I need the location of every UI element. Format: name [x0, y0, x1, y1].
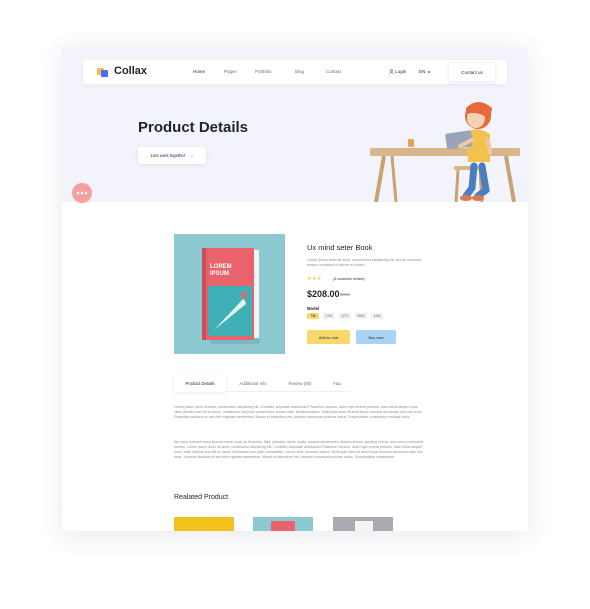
page-frame: Collax Home Pages Portfolio Blog Contact… [62, 47, 528, 531]
details-paragraph: We have covered many special events such… [174, 440, 423, 460]
buy-now-button[interactable]: Buy now [356, 330, 396, 344]
related-product-card[interactable] [174, 517, 234, 531]
user-icon [389, 69, 394, 75]
product-tabs: Product Details Additional Info Review (… [174, 375, 350, 392]
brand-name[interactable]: Collax [114, 65, 147, 77]
model-option[interactable]: 1464 [371, 313, 383, 319]
hero-section: Collax Home Pages Portfolio Blog Contact… [62, 47, 528, 203]
related-products-title: Realated Product [174, 494, 229, 501]
tab-product-details[interactable]: Product Details [174, 375, 226, 392]
product-image[interactable]: LOREM IPSUM [174, 234, 285, 354]
nav-link-contact[interactable]: Contact [326, 69, 342, 74]
model-label: Model [307, 306, 320, 311]
rating-stars: ★★★ [307, 276, 322, 282]
chevron-down-icon [427, 70, 430, 74]
tab-faq[interactable]: Faq [324, 375, 350, 392]
related-product-card[interactable] [253, 517, 313, 531]
book-illustration [202, 248, 260, 344]
nav-link-blog[interactable]: Blog [295, 69, 304, 74]
nav-link-pages[interactable]: Pages [224, 69, 237, 74]
details-paragraph: Lorem ipsum dolor sit amet, consectetur … [174, 405, 423, 420]
chat-dots-icon [76, 191, 88, 195]
login-link[interactable]: Login [389, 69, 407, 75]
arrow-right-icon: → [189, 153, 194, 158]
login-label: Login [395, 69, 407, 74]
girl-at-desk-illustration [370, 102, 520, 202]
nav-link-home[interactable]: Home [193, 69, 205, 74]
logo-icon [97, 68, 108, 77]
language-selector[interactable]: EN [419, 69, 431, 74]
lets-work-together-button[interactable]: Lets work together → [138, 147, 206, 164]
lets-work-together-label: Lets work together [150, 153, 186, 158]
review-count[interactable]: (4 customer review) [333, 277, 365, 281]
top-navbar: Collax Home Pages Portfolio Blog Contact… [83, 60, 507, 84]
book-cover-text: LOREM IPSUM [210, 264, 232, 277]
page-title: Product Details [138, 119, 249, 136]
contact-us-button[interactable]: Contact us [449, 63, 495, 81]
tab-review[interactable]: Review (00) [278, 375, 322, 392]
model-option[interactable]: 736 [307, 313, 319, 319]
chat-button[interactable] [72, 183, 92, 203]
product-description: Lorem ipsum dolor sit amet, consectetur … [307, 258, 421, 267]
tab-additional-info[interactable]: Additional Info [230, 375, 276, 392]
add-to-cart-button[interactable]: Add to cart [307, 330, 350, 344]
related-product-image [271, 521, 295, 531]
nav-link-portfolio[interactable]: Portfolio [255, 69, 272, 74]
product-old-price: $358 [340, 292, 351, 297]
model-option[interactable]: 2761 [323, 313, 335, 319]
product-title: Ux mind seter Book [307, 243, 373, 252]
language-label: EN [419, 69, 426, 74]
product-price: $208.00 [307, 289, 340, 299]
model-option[interactable]: 3271 [339, 313, 351, 319]
related-product-image [355, 521, 373, 531]
model-option[interactable]: 8682 [355, 313, 367, 319]
related-product-card[interactable] [333, 517, 393, 531]
